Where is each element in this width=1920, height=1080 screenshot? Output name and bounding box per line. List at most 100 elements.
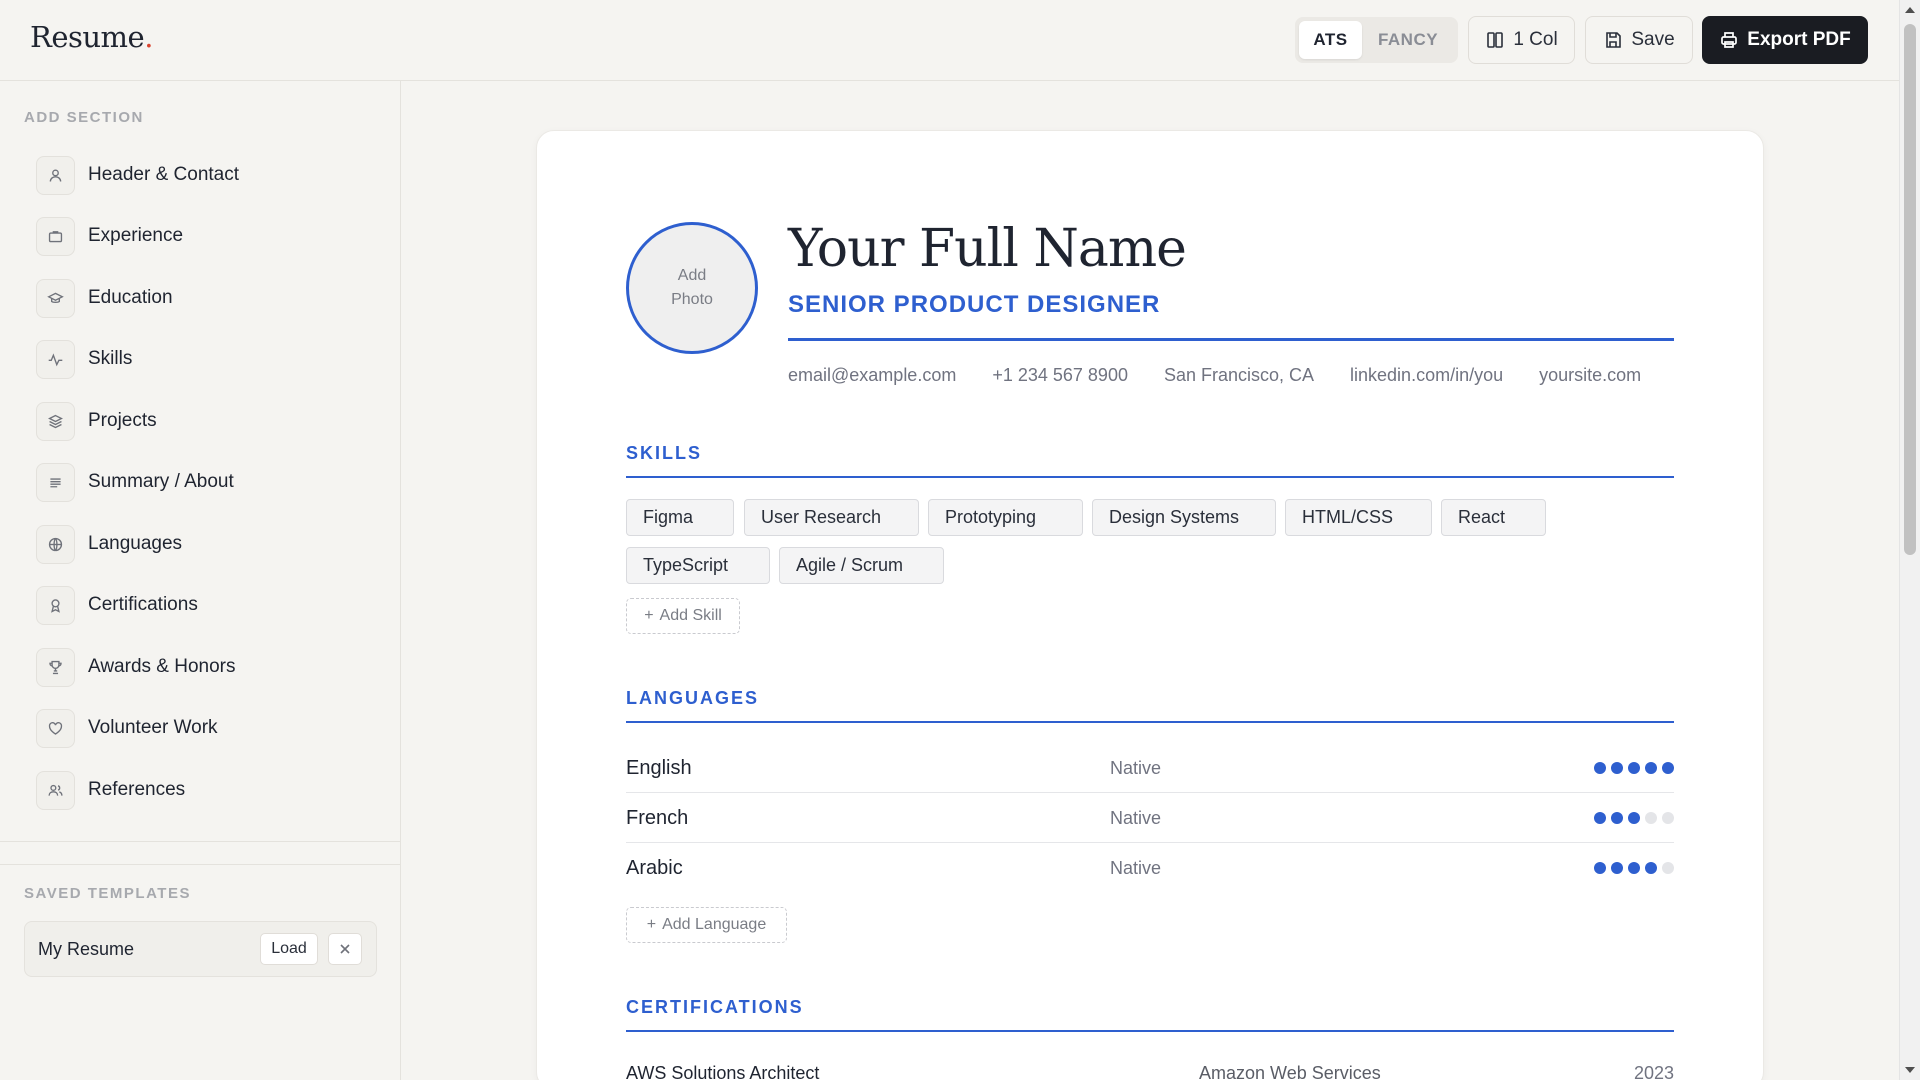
user-icon — [36, 155, 75, 195]
certifications-rule — [626, 1030, 1674, 1032]
language-name: Arabic — [626, 857, 683, 879]
proficiency-dots[interactable] — [1594, 862, 1674, 874]
skill-chip[interactable]: TypeScript — [626, 547, 770, 584]
proficiency-dot-filled[interactable] — [1594, 862, 1606, 874]
photo-label-line1: Add — [677, 267, 707, 284]
proficiency-dot-filled[interactable] — [1645, 762, 1657, 774]
sidebar-item-summary[interactable]: Summary / About — [36, 462, 234, 502]
proficiency-dot-filled[interactable] — [1662, 762, 1674, 774]
columns-button[interactable]: 1 Col — [1468, 16, 1575, 64]
scrollbar-thumb[interactable] — [1904, 24, 1916, 555]
skill-chip[interactable]: Agile / Scrum — [779, 547, 944, 584]
scroll-up-arrow-icon[interactable] — [1905, 7, 1915, 13]
language-row[interactable]: French Native — [626, 793, 1674, 843]
export-pdf-button[interactable]: Export PDF — [1702, 16, 1868, 64]
add-language-button[interactable]: + Add Language — [626, 907, 787, 943]
contact-linkedin[interactable]: linkedin.com/in/you — [1350, 365, 1503, 386]
proficiency-dots[interactable] — [1594, 762, 1674, 774]
close-icon — [340, 944, 350, 954]
proficiency-dot-filled[interactable] — [1594, 762, 1606, 774]
graduation-cap-icon — [36, 278, 75, 318]
mode-fancy-button[interactable]: FANCY — [1362, 21, 1454, 59]
mode-ats-button[interactable]: ATS — [1299, 21, 1362, 59]
proficiency-dot-filled[interactable] — [1611, 812, 1623, 824]
certifications-heading: CERTIFICATIONS — [626, 997, 804, 1017]
resume-document: Add Photo Your Full Name SENIOR PRODUCT D… — [536, 130, 1764, 1080]
proficiency-dot-filled[interactable] — [1594, 812, 1606, 824]
proficiency-dot-empty[interactable] — [1662, 862, 1674, 874]
sidebar-item-volunteer[interactable]: Volunteer Work — [36, 708, 218, 748]
scroll-down-arrow-icon[interactable] — [1905, 1067, 1915, 1073]
printer-icon — [1721, 32, 1738, 48]
contact-location[interactable]: San Francisco, CA — [1164, 365, 1314, 386]
template-name: My Resume — [38, 939, 135, 959]
photo-label-line2: Photo — [671, 291, 713, 308]
briefcase-icon — [36, 216, 75, 256]
heart-icon — [36, 708, 75, 748]
saved-templates-label: SAVED TEMPLATES — [24, 885, 191, 902]
language-name: French — [626, 807, 689, 829]
proficiency-dots[interactable] — [1594, 812, 1674, 824]
text-lines-icon — [36, 462, 75, 502]
job-title[interactable]: SENIOR PRODUCT DESIGNER — [788, 291, 1160, 319]
users-icon — [36, 770, 75, 810]
sidebar-item-languages[interactable]: Languages — [36, 524, 182, 564]
columns-icon — [1487, 32, 1504, 48]
layers-icon — [36, 401, 75, 441]
globe-icon — [36, 524, 75, 564]
sidebar-item-label: Languages — [88, 533, 183, 554]
logo-text: Resume — [30, 20, 145, 54]
sidebar-item-label: Experience — [88, 225, 184, 246]
sidebar-item-skills[interactable]: Skills — [36, 339, 132, 379]
sidebar-item-references[interactable]: References — [36, 770, 185, 810]
skill-chip[interactable]: User Research — [744, 499, 919, 536]
export-label: Export PDF — [1747, 29, 1851, 50]
proficiency-dot-filled[interactable] — [1628, 762, 1640, 774]
full-name[interactable]: Your Full Name — [788, 219, 1187, 279]
page-scrollbar[interactable] — [1899, 0, 1920, 1080]
delete-template-button[interactable] — [328, 933, 362, 965]
skill-chip[interactable]: Design Systems — [1092, 499, 1276, 536]
sidebar-item-header-contact[interactable]: Header & Contact — [36, 155, 239, 195]
contact-phone[interactable]: +1 234 567 8900 — [992, 365, 1128, 386]
app-logo[interactable]: Resume. — [30, 20, 153, 54]
proficiency-dot-filled[interactable] — [1611, 762, 1623, 774]
sidebar-item-certifications[interactable]: Certifications — [36, 585, 198, 625]
sidebar-item-awards[interactable]: Awards & Honors — [36, 647, 236, 687]
add-language-label: Add Language — [662, 916, 767, 933]
proficiency-dot-filled[interactable] — [1611, 862, 1623, 874]
certification-row[interactable]: AWS Solutions Architect Amazon Web Servi… — [626, 1063, 1674, 1080]
sidebar-item-education[interactable]: Education — [36, 278, 173, 318]
proficiency-dot-empty[interactable] — [1662, 812, 1674, 824]
skill-chip[interactable]: Prototyping — [928, 499, 1083, 536]
plus-icon: + — [646, 916, 657, 933]
proficiency-dot-filled[interactable] — [1628, 862, 1640, 874]
contact-website[interactable]: yoursite.com — [1539, 365, 1641, 386]
award-icon — [36, 585, 75, 625]
certification-name: AWS Solutions Architect — [626, 1063, 820, 1080]
save-label: Save — [1631, 29, 1675, 50]
skill-chip[interactable]: HTML/CSS — [1285, 499, 1432, 536]
proficiency-dot-empty[interactable] — [1645, 812, 1657, 824]
contact-email[interactable]: email@example.com — [788, 365, 956, 386]
proficiency-dot-filled[interactable] — [1628, 812, 1640, 824]
language-row[interactable]: English Native — [626, 743, 1674, 793]
save-icon — [1606, 32, 1622, 48]
activity-icon — [36, 339, 75, 379]
sidebar-item-projects[interactable]: Projects — [36, 401, 157, 441]
skill-chip[interactable]: React — [1441, 499, 1546, 536]
sidebar-item-label: Volunteer Work — [88, 717, 218, 738]
proficiency-dot-filled[interactable] — [1645, 862, 1657, 874]
add-skill-button[interactable]: + Add Skill — [626, 598, 740, 634]
skill-chip[interactable]: Figma — [626, 499, 734, 536]
languages-rule — [626, 721, 1674, 723]
language-level: Native — [1110, 758, 1162, 778]
sidebar-item-experience[interactable]: Experience — [36, 216, 183, 256]
sidebar-item-label: Projects — [88, 410, 157, 431]
save-button[interactable]: Save — [1585, 16, 1693, 64]
certification-year: 2023 — [1633, 1063, 1674, 1080]
load-template-button[interactable]: Load — [260, 933, 318, 965]
header-rule — [788, 338, 1674, 341]
add-photo-button[interactable]: Add Photo — [626, 222, 758, 354]
language-row[interactable]: Arabic Native — [626, 843, 1674, 893]
